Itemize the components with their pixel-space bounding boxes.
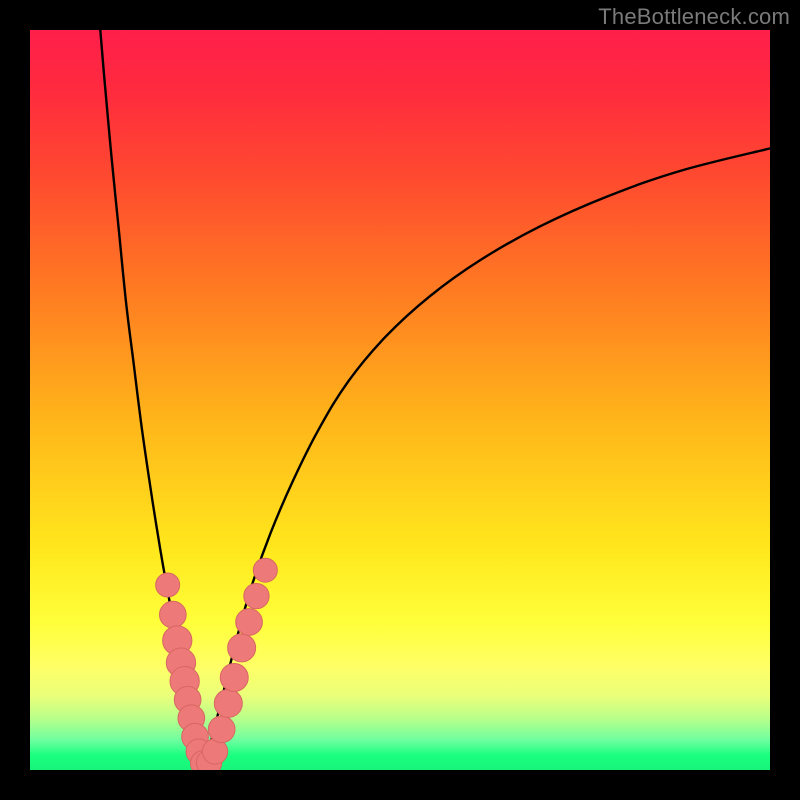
data-dot	[228, 634, 256, 662]
plot-area	[30, 30, 770, 770]
data-dot	[253, 558, 277, 582]
data-dot	[208, 716, 235, 743]
data-dot	[244, 583, 269, 608]
watermark-text: TheBottleneck.com	[598, 4, 790, 30]
data-dot	[236, 609, 263, 636]
data-dot	[156, 573, 180, 597]
data-dot	[220, 664, 248, 692]
data-dots	[156, 558, 278, 770]
bottleneck-curve	[100, 30, 770, 765]
chart-svg	[30, 30, 770, 770]
data-dot	[159, 601, 186, 628]
curve-right-branch	[203, 148, 770, 764]
data-dot	[214, 689, 242, 717]
outer-frame: TheBottleneck.com	[0, 0, 800, 800]
